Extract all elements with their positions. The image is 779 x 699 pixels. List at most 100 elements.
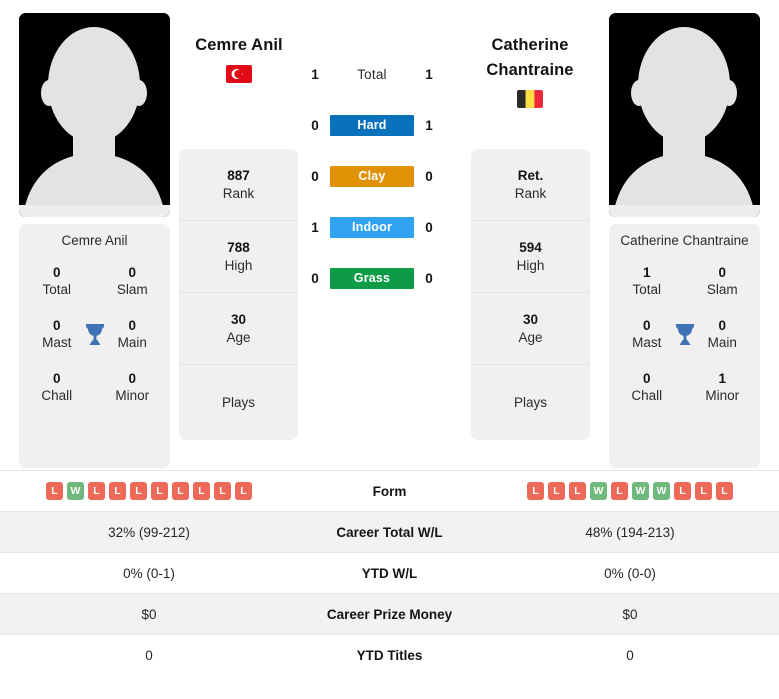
rank-value: 887 [227, 167, 250, 183]
ytd-wl-left: 0% (0-1) [123, 565, 175, 581]
table-row-career-prize-money: $0 Career Prize Money $0 [0, 593, 779, 634]
h2h-right-score: 0 [425, 270, 433, 286]
titles-slam-left: 0 Slam [101, 265, 163, 299]
titles-total-left: 0 Total [26, 265, 88, 299]
player-name-block-left: Cemre Anil [159, 33, 319, 84]
form-badge-l: L [235, 482, 252, 500]
titles-minor-value: 0 [128, 370, 136, 386]
row-label-ytd-wl: YTD W/L [361, 565, 418, 581]
form-badge-l: L [716, 482, 733, 500]
rank-label: Rank [222, 185, 255, 201]
titles-mast-right: 0 Mast [616, 318, 678, 352]
row-label-career-prize-money: Career Prize Money [326, 606, 453, 622]
h2h-row-clay: 0 Clay 0 [300, 164, 460, 188]
avatar-left [19, 13, 170, 217]
table-row-career-total-wl: 32% (99-212) Career Total W/L 48% (194-2… [0, 511, 779, 552]
titles-row: 0 Total 0 Slam [19, 265, 170, 299]
titles-minor-label: Minor [115, 387, 150, 403]
titles-slam-right: 0 Slam [691, 265, 753, 299]
titles-card-left: Cemre Anil 0 Total 0 Slam 0 Mast 0 Main … [19, 224, 170, 468]
turkey-flag-icon [226, 65, 252, 84]
table-row-form: LWLLLLLLLL Form LLLWLWWLLL [0, 470, 779, 511]
career-total-wl-right: 48% (194-213) [585, 524, 675, 540]
trophy-icon [85, 323, 104, 345]
form-badge-l: L [193, 482, 210, 500]
titles-total-label: Total [42, 282, 72, 298]
info-stack-right: Ret. Rank 594 High 30 Age Plays [471, 149, 590, 440]
age-cell-left: 30 Age [179, 293, 298, 365]
player-name-block-right: Catherine Chantraine [450, 33, 610, 109]
h2h-surface-label-indoor[interactable]: Indoor [330, 216, 414, 238]
form-badge-w: W [67, 482, 84, 500]
form-right: LLLWLWWLLL [481, 471, 779, 511]
titles-main-right: 0 Main [691, 318, 753, 352]
titles-minor-value: 1 [718, 370, 726, 386]
h2h-left-score: 0 [311, 168, 319, 184]
titles-card-name-left: Cemre Anil [61, 233, 128, 248]
titles-mast-value: 0 [642, 317, 651, 333]
form-badge-l: L [569, 482, 586, 500]
table-row-ytd-titles: 0 YTD Titles 0 [0, 634, 779, 675]
titles-main-left: 0 Main [101, 318, 163, 352]
row-label-career-total-wl: Career Total W/L [336, 524, 443, 540]
titles-main-value: 0 [128, 317, 136, 333]
ytd-titles-right: 0 [626, 647, 634, 663]
titles-main-label: Main [117, 334, 147, 350]
head-to-head-surfaces: 1 Total 1 0 Hard 1 0 Clay 0 1 Indoor 0 0 [300, 62, 460, 290]
form-badge-l: L [46, 482, 63, 500]
h2h-surface-label-grass[interactable]: Grass [330, 267, 414, 289]
titles-chall-value: 0 [642, 370, 651, 386]
players-comparison-header: Cemre Anil Catherine Chantraine 1 Total … [0, 0, 779, 470]
form-badge-l: L [172, 482, 189, 500]
h2h-row-hard: 0 Hard 1 [300, 113, 460, 137]
titles-chall-value: 0 [52, 370, 61, 386]
titles-minor-right: 1 Minor [691, 371, 753, 405]
age-cell-right: 30 Age [471, 293, 590, 365]
titles-total-right: 1 Total [616, 265, 678, 299]
titles-total-value: 0 [52, 265, 61, 281]
ytd-titles-left: 0 [145, 647, 153, 663]
h2h-row-indoor: 1 Indoor 0 [300, 215, 460, 239]
plays-cell-right: Plays [471, 365, 590, 440]
titles-chall-label: Chall [631, 387, 663, 403]
high-cell-right: 594 High [471, 221, 590, 293]
form-badge-l: L [109, 482, 126, 500]
h2h-left-score: 0 [311, 270, 319, 286]
titles-slam-label: Slam [706, 282, 738, 298]
belgium-flag-icon [517, 90, 543, 109]
form-left: LWLLLLLLLL [0, 471, 298, 511]
h2h-right-score: 0 [425, 168, 433, 184]
avatar-right [609, 13, 760, 217]
titles-minor-label: Minor [705, 387, 740, 403]
h2h-left-score: 1 [311, 219, 319, 235]
form-badge-l: L [611, 482, 628, 500]
h2h-surface-label-hard[interactable]: Hard [330, 114, 414, 136]
form-badge-l: L [88, 482, 105, 500]
h2h-surface-label-clay[interactable]: Clay [330, 165, 414, 187]
titles-chall-right: 0 Chall [616, 371, 678, 405]
trophy-icon [675, 323, 694, 345]
h2h-left-score: 0 [311, 117, 319, 133]
career-prize-money-left: $0 [141, 606, 157, 622]
career-total-wl-left: 32% (99-212) [108, 524, 190, 540]
row-label-form: Form [372, 483, 407, 499]
person-silhouette-icon [609, 13, 760, 217]
h2h-surface-label: Total [357, 66, 387, 82]
player-name-left: Cemre Anil [195, 36, 283, 54]
form-strip-left: LWLLLLLLLL [46, 482, 252, 500]
form-badge-w: W [632, 482, 649, 500]
titles-slam-value: 0 [718, 265, 726, 281]
age-value: 30 [230, 311, 247, 327]
ytd-wl-right: 0% (0-0) [604, 565, 656, 581]
titles-total-value: 1 [642, 265, 651, 281]
titles-main-label: Main [707, 334, 737, 350]
titles-mast-label: Mast [42, 334, 72, 350]
plays-label: Plays [513, 394, 547, 410]
titles-mast-value: 0 [52, 317, 61, 333]
form-badge-l: L [695, 482, 712, 500]
form-badge-l: L [151, 482, 168, 500]
rank-value: Ret. [517, 167, 544, 183]
age-label: Age [226, 329, 251, 345]
titles-main-value: 0 [718, 317, 726, 333]
high-value: 594 [519, 239, 542, 255]
